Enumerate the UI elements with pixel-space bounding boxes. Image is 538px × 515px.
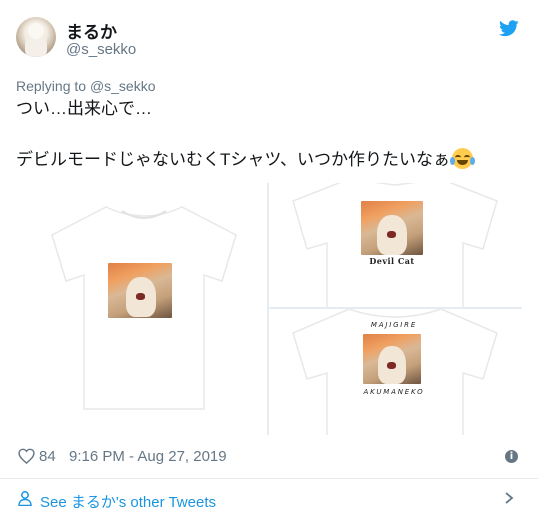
like-count[interactable]: 84	[39, 448, 56, 465]
tweet-text-line-2-content: デビルモードじゃないむくTシャツ、いつか作りたいなぁ	[16, 150, 451, 169]
chevron-right-icon	[505, 492, 514, 504]
cat-print-1	[108, 263, 172, 318]
reply-mention-link[interactable]: @s_sekko	[90, 78, 156, 94]
caption-devil-cat: Devil Cat	[369, 256, 415, 266]
media-photo-2[interactable]: Devil Cat	[269, 183, 522, 307]
person-icon	[18, 491, 32, 506]
replying-to: Replying to @s_sekko	[16, 78, 156, 94]
media-grid: Devil Cat MAJIGIRE AKUMANEKO	[16, 183, 522, 435]
tweet-card: まるか @s_sekko Replying to @s_sekko つい…出来心…	[0, 0, 538, 515]
see-other-tweets-link[interactable]: See まるか's other Tweets	[0, 479, 538, 515]
see-other-tweets-label[interactable]: See まるか's other Tweets	[40, 491, 216, 512]
cat-print-3	[363, 334, 421, 384]
user-handle[interactable]: @s_sekko	[66, 41, 136, 58]
tweet-timestamp[interactable]: 9:16 PM - Aug 27, 2019	[69, 448, 227, 465]
cat-print-2	[361, 201, 423, 255]
caption-akumaneko: AKUMANEKO	[363, 388, 425, 396]
heart-icon[interactable]	[18, 448, 35, 464]
laughing-crying-emoji	[450, 148, 476, 169]
avatar[interactable]	[16, 17, 56, 57]
tweet-text-line-2: デビルモードじゃないむくTシャツ、いつか作りたいなぁ	[16, 148, 522, 171]
replying-label: Replying to	[16, 78, 87, 94]
media-photo-3[interactable]: MAJIGIRE AKUMANEKO	[269, 309, 522, 435]
twitter-bird-icon[interactable]	[499, 20, 519, 37]
media-photo-1[interactable]	[16, 183, 267, 435]
caption-majigire: MAJIGIRE	[370, 321, 418, 329]
info-icon[interactable]: i	[505, 450, 518, 463]
display-name[interactable]: まるか	[66, 18, 117, 43]
tweet-text-line-1: つい…出来心で…	[16, 99, 152, 118]
